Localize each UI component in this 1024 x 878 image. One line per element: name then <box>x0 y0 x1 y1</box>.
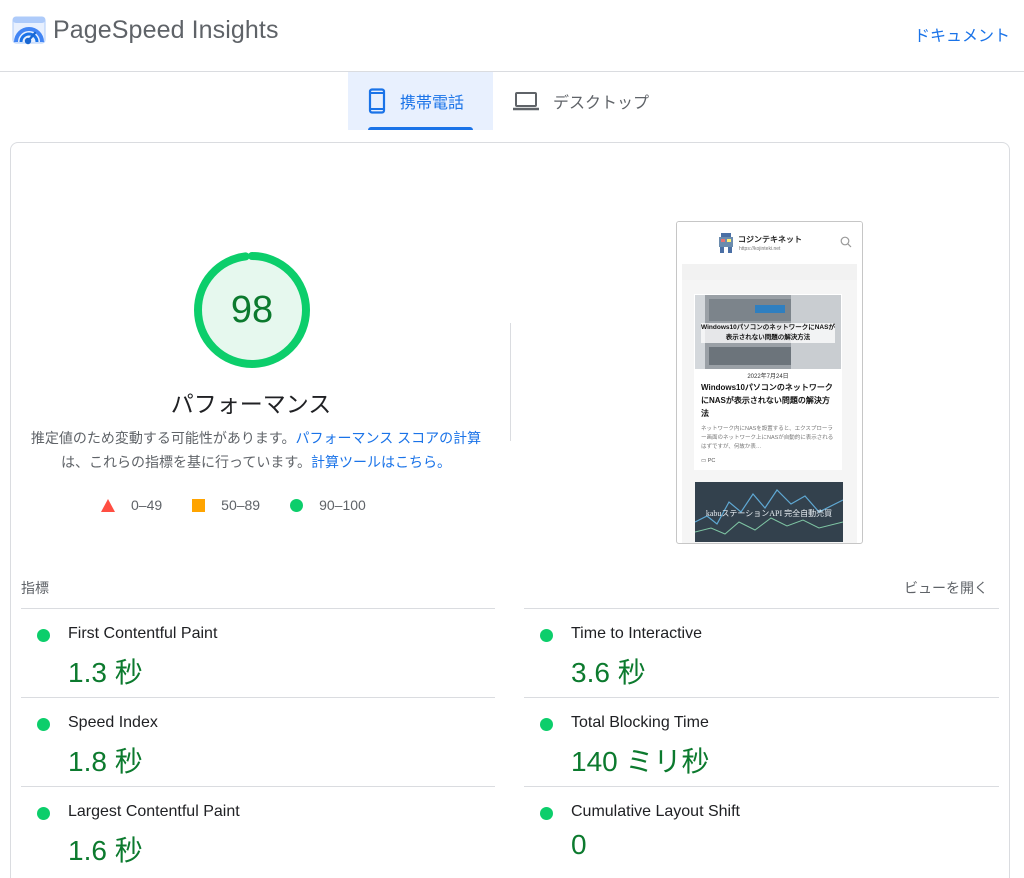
calculator-link[interactable]: 計算ツールはこちら。 <box>311 454 451 470</box>
site-logo-icon <box>719 233 733 253</box>
screenshot-site-url: https://kojinteki.net <box>739 246 781 252</box>
report-card: 98 パフォーマンス 推定値のため変動する可能性があります。パフォーマンス スコ… <box>10 142 1010 878</box>
pass-dot-icon <box>540 629 553 642</box>
metric-value: 1.3 秒 <box>68 657 143 688</box>
metric-cumulative-layout-shift: Cumulative Layout Shift 0 <box>524 786 999 875</box>
screenshot-header: コジンテキネット https://kojinteki.net <box>677 222 862 262</box>
metric-speed-index: Speed Index 1.8 秒 <box>21 697 495 786</box>
tab-desktop-label: デスクトップ <box>553 95 650 112</box>
pagespeed-logo-icon[interactable] <box>12 14 46 48</box>
legend-average: 50–89 <box>192 497 260 513</box>
screenshot-band <box>682 264 857 280</box>
metric-value: 3.6 秒 <box>571 657 646 688</box>
performance-title: パフォーマンス <box>170 391 332 417</box>
legend-pass: 90–100 <box>290 497 366 513</box>
screenshot-article-image: Windows10パソコンのネットワークにNASが表示されない問題の解決方法 <box>695 295 841 369</box>
square-icon <box>192 498 206 512</box>
screenshot-second-card: kabuステーションAPI 完全自動売買 <box>695 482 843 542</box>
legend-fail-range: 0–49 <box>131 497 163 513</box>
search-icon <box>840 236 852 248</box>
pass-dot-icon <box>37 718 50 731</box>
screenshot-article-title: Windows10パソコンのネットワークにNASが表示されない問題の解決方法 <box>701 383 833 418</box>
metric-name: Largest Contentful Paint <box>68 803 240 820</box>
screenshot-date: 2022年7月24日 <box>747 374 789 380</box>
screenshot-category-label: PC <box>707 458 716 464</box>
metric-time-to-interactive: Time to Interactive 3.6 秒 <box>524 608 999 697</box>
metric-value: 0 <box>571 829 587 860</box>
vertical-divider <box>510 323 511 441</box>
metric-name: Total Blocking Time <box>571 714 709 731</box>
screenshot-excerpt: ネットワーク内にNASを設置すると、エクスプローラー画面のネットワーク上にNAS… <box>701 426 834 450</box>
pass-dot-icon <box>540 718 553 731</box>
metric-name: Cumulative Layout Shift <box>571 803 740 820</box>
expand-view-button[interactable]: ビューを開く <box>904 578 988 598</box>
metric-name: Speed Index <box>68 714 158 731</box>
tab-mobile[interactable]: 携帯電話 <box>348 72 493 130</box>
pass-dot-icon <box>540 807 553 820</box>
score-legend: 0–49 50–89 90–100 <box>101 497 396 513</box>
screenshot-site-name: コジンテキネット <box>738 235 802 244</box>
tab-desktop[interactable]: デスクトップ <box>493 72 669 130</box>
metrics-label: 指標 <box>21 580 49 596</box>
metric-value: 1.8 秒 <box>68 746 143 777</box>
metric-first-contentful-paint: First Contentful Paint 1.3 秒 <box>21 608 495 697</box>
folder-icon: ▭ <box>701 458 708 464</box>
metric-value: 1.6 秒 <box>68 835 143 866</box>
desc-text-1: 推定値のため変動する可能性があります。 <box>30 430 296 446</box>
final-screenshot[interactable]: コジンテキネット https://kojinteki.net Windows10… <box>676 221 863 544</box>
desc-text-2: は、これらの指標を基に行っています。 <box>61 454 311 470</box>
docs-link[interactable]: ドキュメント <box>914 22 1010 46</box>
metric-name: Time to Interactive <box>571 625 703 642</box>
device-tabs: 携帯電話 デスクトップ <box>348 72 669 130</box>
screenshot-image-caption: Windows10パソコンのネットワークにNASが表示されない問題の解決方法 <box>701 323 835 343</box>
legend-average-range: 50–89 <box>221 497 261 513</box>
metric-total-blocking-time: Total Blocking Time 140 ミリ秒 <box>524 697 999 786</box>
legend-pass-range: 90–100 <box>319 497 366 513</box>
brand-title: PageSpeed Insights <box>53 16 279 44</box>
tab-mobile-label: 携帯電話 <box>400 95 465 112</box>
screenshot-category: ▭ PC <box>701 458 715 464</box>
performance-score: 98 <box>230 288 274 331</box>
pass-dot-icon <box>37 629 50 642</box>
top-header: PageSpeed Insights ドキュメント <box>0 0 1024 72</box>
smartphone-icon <box>368 88 386 114</box>
performance-description: 推定値のため変動する可能性があります。パフォーマンス スコアの計算は、これらの指… <box>23 426 489 474</box>
screenshot-second-card-caption: kabuステーションAPI 完全自動売買 <box>705 509 833 518</box>
legend-fail: 0–49 <box>101 497 162 513</box>
pass-dot-icon <box>37 807 50 820</box>
metric-largest-contentful-paint: Largest Contentful Paint 1.6 秒 <box>21 786 495 875</box>
metric-value: 140 ミリ秒 <box>571 746 710 777</box>
circle-icon <box>290 498 304 512</box>
score-calc-link[interactable]: パフォーマンス スコアの計算 <box>296 430 482 446</box>
triangle-icon <box>101 498 115 512</box>
laptop-icon <box>513 91 539 111</box>
metric-name: First Contentful Paint <box>68 625 218 642</box>
